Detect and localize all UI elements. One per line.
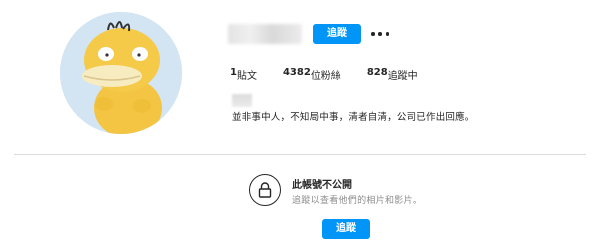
username-redacted	[228, 24, 302, 44]
stat-posts: 1 貼文	[230, 67, 257, 82]
stat-following-value: 828	[366, 67, 388, 78]
display-name-redacted	[232, 94, 252, 107]
stat-followers[interactable]: 4382 位粉絲	[283, 67, 341, 82]
stat-followers-label: 位粉絲	[310, 71, 341, 82]
divider	[14, 154, 586, 155]
lock-icon	[249, 174, 281, 206]
stat-posts-value: 1	[230, 67, 237, 78]
private-account-subtitle: 追蹤以查看他們的相片和影片。	[292, 196, 423, 206]
stat-following-label: 追蹤中	[387, 71, 418, 82]
dot	[371, 32, 375, 36]
follow-button-bottom[interactable]: 追蹤	[322, 219, 370, 239]
follow-button[interactable]: 追蹤	[313, 24, 361, 44]
psyduck-avatar-icon	[60, 12, 182, 134]
profile-bio: 並非事中人，不知局中事，清者自清，公司已作出回應。	[232, 112, 475, 123]
lock-glyph	[258, 182, 272, 198]
dot	[378, 32, 382, 36]
stat-followers-value: 4382	[282, 67, 311, 78]
dot	[385, 32, 389, 36]
more-options-icon[interactable]	[371, 24, 389, 44]
profile-stats: 1 貼文 4382 位粉絲 828 追蹤中	[230, 67, 418, 82]
stat-posts-label: 貼文	[236, 71, 257, 82]
private-account-title: 此帳號不公開	[292, 180, 352, 191]
profile-avatar[interactable]	[60, 12, 182, 134]
stat-following[interactable]: 828 追蹤中	[367, 67, 418, 82]
